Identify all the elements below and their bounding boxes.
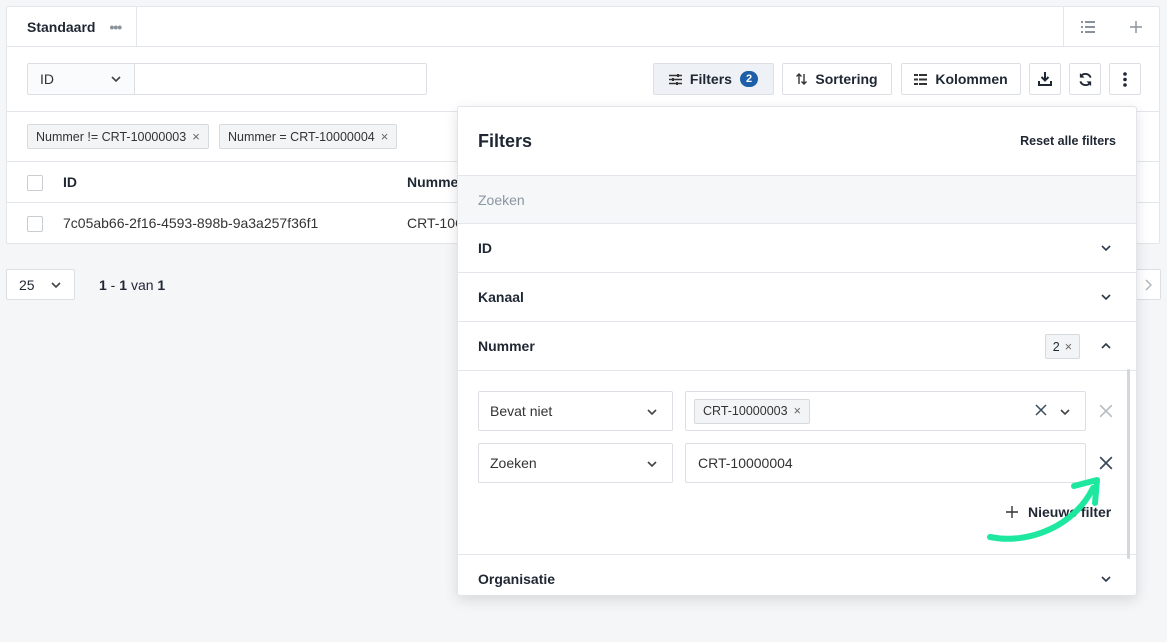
page-size-select[interactable]: 25 xyxy=(6,269,75,300)
plus-icon xyxy=(1006,506,1018,518)
chevron-down-icon xyxy=(647,409,657,416)
select-all-checkbox[interactable] xyxy=(27,175,43,191)
chevron-down-icon xyxy=(1101,576,1111,583)
value-input[interactable]: CRT-10000004 xyxy=(685,443,1086,483)
view-tab-standaard[interactable]: Standaard ••• xyxy=(7,7,137,47)
field-select[interactable]: ID xyxy=(27,63,135,95)
remove-rule-icon[interactable] xyxy=(1099,404,1113,418)
value-chip-label: CRT-10000003 xyxy=(703,404,788,418)
of-word: van xyxy=(130,277,154,293)
filter-section-nummer[interactable]: Nummer 2 × xyxy=(458,322,1136,371)
chevron-down-icon xyxy=(1060,409,1070,416)
panel-scrollbar[interactable] xyxy=(1127,369,1130,559)
sort-button[interactable]: Sortering xyxy=(782,63,892,95)
close-icon[interactable]: × xyxy=(381,129,389,144)
sliders-icon xyxy=(668,73,682,85)
filters-count-badge: 2 xyxy=(739,71,759,87)
operator-value: Zoeken xyxy=(490,455,537,471)
pagination-info: 1 - 1 van 1 xyxy=(99,277,166,293)
operator-value: Bevat niet xyxy=(490,403,553,419)
section-label: Nummer xyxy=(478,338,535,354)
sort-icon xyxy=(796,73,808,85)
section-label: Kanaal xyxy=(478,289,524,305)
filter-panel: Filters Reset alle filters Zoeken ID Kan… xyxy=(457,106,1137,596)
filters-button[interactable]: Filters 2 xyxy=(653,63,774,95)
close-icon[interactable]: × xyxy=(192,129,200,144)
remove-rule-icon[interactable] xyxy=(1099,456,1113,470)
search-input[interactable] xyxy=(134,63,427,95)
section-label: Organisatie xyxy=(478,571,556,587)
value-chip[interactable]: CRT-10000003 × xyxy=(694,398,810,424)
filters-button-label: Filters xyxy=(689,71,732,87)
operator-select[interactable]: Bevat niet xyxy=(478,391,673,431)
list-icon[interactable] xyxy=(1081,21,1096,33)
toolbar: ID Filters 2 Sortering Kolommen xyxy=(7,47,1159,112)
refresh-icon xyxy=(1078,72,1092,86)
download-icon xyxy=(1038,72,1052,86)
nummer-count: 2 xyxy=(1052,339,1060,354)
view-tab-label: Standaard xyxy=(27,19,96,35)
range-end: 1 xyxy=(119,277,128,293)
active-filter-chip-label: Nummer != CRT-10000003 xyxy=(36,129,187,144)
more-options-button[interactable] xyxy=(1109,63,1141,95)
active-filter-chip[interactable]: Nummer != CRT-10000003 × xyxy=(27,124,209,149)
operator-select[interactable]: Zoeken xyxy=(478,443,673,483)
value-input-text: CRT-10000004 xyxy=(698,455,793,471)
columns-icon xyxy=(914,73,928,85)
filter-section-organisatie[interactable]: Organisatie xyxy=(458,554,1136,595)
chevron-down-icon xyxy=(647,461,657,468)
close-icon[interactable]: × xyxy=(794,404,801,418)
view-actions xyxy=(1063,7,1159,47)
download-button[interactable] xyxy=(1029,63,1061,95)
active-filter-chip-label: Nummer = CRT-10000004 xyxy=(228,129,375,144)
clear-icon[interactable] xyxy=(1035,404,1047,416)
plus-icon[interactable] xyxy=(1129,21,1142,33)
field-select-value: ID xyxy=(40,71,54,87)
chevron-down-icon xyxy=(111,76,121,83)
chevron-down-icon xyxy=(1101,245,1111,252)
nummer-count-chip[interactable]: 2 × xyxy=(1044,334,1080,359)
view-tabbar: Standaard ••• xyxy=(7,7,1159,47)
columns-button-label: Kolommen xyxy=(935,71,1008,87)
row-checkbox[interactable] xyxy=(27,216,43,232)
refresh-button[interactable] xyxy=(1069,63,1101,95)
range-start: 1 xyxy=(99,277,107,293)
chevron-right-icon xyxy=(1145,278,1152,291)
filter-panel-title: Filters xyxy=(478,131,533,151)
next-page-button[interactable] xyxy=(1135,269,1161,300)
more-vertical-icon xyxy=(1123,71,1127,87)
cell-id: 7c05ab66-2f16-4593-898b-9a3a257f36f1 xyxy=(63,215,319,231)
filter-search-placeholder: Zoeken xyxy=(478,191,525,208)
chevron-down-icon xyxy=(51,282,61,289)
columns-button[interactable]: Kolommen xyxy=(901,63,1021,95)
value-multiselect[interactable]: CRT-10000003 × xyxy=(685,391,1086,431)
close-icon[interactable]: × xyxy=(1065,340,1072,354)
filter-section-kanaal[interactable]: Kanaal xyxy=(458,273,1136,322)
active-filter-chip[interactable]: Nummer = CRT-10000004 × xyxy=(219,124,398,149)
chevron-up-icon xyxy=(1101,342,1111,349)
column-header-id[interactable]: ID xyxy=(63,174,77,190)
column-header-nummer[interactable]: Numme xyxy=(407,174,458,190)
reset-filters-link[interactable]: Reset alle filters xyxy=(1020,134,1116,148)
more-dots-icon[interactable]: ••• xyxy=(109,19,122,35)
page-size-value: 25 xyxy=(19,276,35,293)
sort-button-label: Sortering xyxy=(815,71,878,87)
total-count: 1 xyxy=(157,277,166,293)
filter-section-id[interactable]: ID xyxy=(458,224,1136,273)
new-filter-button[interactable]: Nieuwe filter xyxy=(1006,504,1111,520)
new-filter-label: Nieuwe filter xyxy=(1028,504,1112,520)
filter-search-input[interactable]: Zoeken xyxy=(458,175,1136,224)
section-label: ID xyxy=(478,240,492,256)
chevron-down-icon xyxy=(1101,294,1111,301)
